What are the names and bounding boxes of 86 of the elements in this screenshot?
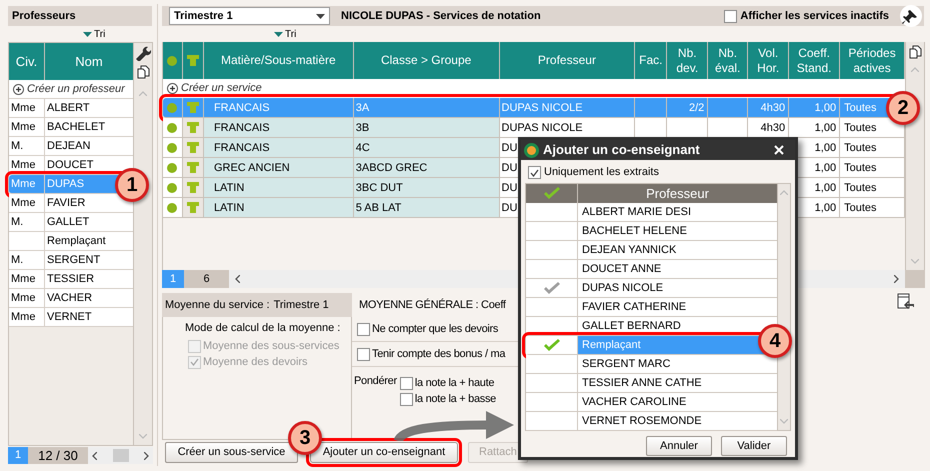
table-cell: DUPAS NICOLE (502, 102, 583, 114)
table-cell: 1,00 (814, 142, 836, 154)
checkbox-label: Uniquement les extraits (544, 165, 659, 180)
table-cell: M. (11, 216, 24, 228)
table-cell: VACHER (47, 292, 92, 304)
table-cell: SERGENT MARC (582, 358, 670, 370)
table-cell: Toutes (844, 142, 877, 154)
dialog-title: Ajouter un co-enseignant (543, 141, 701, 160)
table-cell: Remplaçant (582, 339, 641, 351)
table-cell: 5 AB LAT (356, 202, 402, 214)
table-cell: DOUCET ANNE (582, 263, 662, 275)
table-cell: DUPAS NICOLE (502, 122, 583, 134)
table-cell: DUPAS NICOLE (582, 282, 664, 294)
table-cell: Remplaçant (47, 235, 106, 247)
table-cell: GALLET BERNARD (582, 320, 681, 332)
table-cell: 4h30 (760, 122, 786, 134)
table-cell: DOUCET (47, 159, 94, 171)
table-cell: 4C (356, 142, 370, 154)
table-cell: 4h30 (760, 102, 786, 114)
table-cell: DEJEAN (47, 140, 90, 152)
table-cell: Mme (11, 159, 36, 171)
table-cell: FAVIER (47, 197, 86, 209)
table-cell: BACHELET (47, 121, 106, 133)
table-cell: M. (11, 140, 24, 152)
checkbox-label: Tenir compte des bonus / ma (372, 346, 506, 362)
table-cell: 3A (356, 102, 370, 114)
table-cell: DU (502, 182, 518, 194)
table-cell: ALBERT (47, 102, 90, 114)
table-cell: 2/2 (688, 102, 704, 114)
table-cell: TESSIER ANNE CATHE (582, 377, 702, 389)
checkbox-label: Afficher les services inactifs (740, 8, 889, 24)
table-cell: LATIN (214, 182, 244, 194)
table-cell: BACHELET HELENE (582, 225, 687, 237)
checkbox-label: la note la + basse (414, 392, 496, 407)
section-label: Mode de calcul de la moyenne : (184, 321, 342, 336)
table-cell: VACHER CAROLINE (582, 396, 686, 408)
weighting-label: Pondérer (354, 374, 397, 389)
checkbox-label: Moyenne des devoirs (203, 354, 308, 370)
table-cell: Mme (11, 178, 36, 190)
table-cell: DU (502, 162, 518, 174)
table-cell: GALLET (47, 216, 90, 228)
panel-title: NICOLE DUPAS - Services de notation (341, 8, 541, 24)
table-cell: DEJEAN YANNICK (582, 244, 676, 256)
checkbox-label: Ne compter que les devoirs (372, 322, 498, 337)
table-cell: 1,00 (814, 182, 836, 194)
section-label: MOYENNE GÉNÉRALE : Coeff (359, 299, 506, 311)
table-cell: Toutes (844, 162, 877, 174)
table-cell: Mme (11, 121, 36, 133)
table-cell: 1,00 (814, 162, 836, 174)
table-cell: DUPAS (47, 178, 84, 190)
table-cell: Toutes (844, 102, 877, 114)
checkbox-label: la note la + haute (414, 376, 494, 391)
table-cell: M. (11, 254, 24, 266)
table-cell: 3ABCD GREC (356, 162, 428, 174)
step-number-tooltip: 3 (288, 421, 322, 455)
table-cell: 1,00 (814, 122, 836, 134)
table-cell: Toutes (844, 122, 877, 134)
table-cell: TESSIER (47, 273, 94, 285)
section-period: Trimestre 1 (274, 298, 329, 313)
table-cell: 1,00 (814, 202, 836, 214)
table-cell: 3B (356, 122, 370, 134)
table-cell: Mme (11, 292, 36, 304)
table-cell: FAVIER CATHERINE (582, 301, 686, 313)
table-cell: SERGENT (47, 254, 100, 266)
section-label: Moyenne du service : (165, 298, 270, 313)
table-cell: FRANCAIS (214, 102, 270, 114)
table-cell: Mme (11, 102, 36, 114)
table-cell: Toutes (844, 182, 877, 194)
table-cell: Mme (11, 311, 36, 323)
table-cell: 3BC DUT (356, 182, 403, 194)
table-cell: VERNET ROSEMONDE (582, 415, 702, 427)
table-cell: DU (502, 202, 518, 214)
table-cell: Mme (11, 197, 36, 209)
record-count: 12 / 30 (37, 447, 79, 464)
table-cell: LATIN (214, 202, 244, 214)
table-cell: Toutes (844, 202, 877, 214)
table-cell: VERNET (47, 311, 92, 323)
checkbox-label: Moyenne des sous-services (203, 338, 340, 354)
table-cell: DU (502, 142, 518, 154)
table-cell: FRANCAIS (214, 122, 270, 134)
table-cell: FRANCAIS (214, 142, 270, 154)
table-cell: 1,00 (814, 102, 836, 114)
table-cell: GREC ANCIEN (214, 162, 290, 174)
table-cell: ALBERT MARIE DESI (582, 206, 692, 218)
table-cell: Mme (11, 273, 36, 285)
panel-title: Professeurs (8, 6, 152, 26)
